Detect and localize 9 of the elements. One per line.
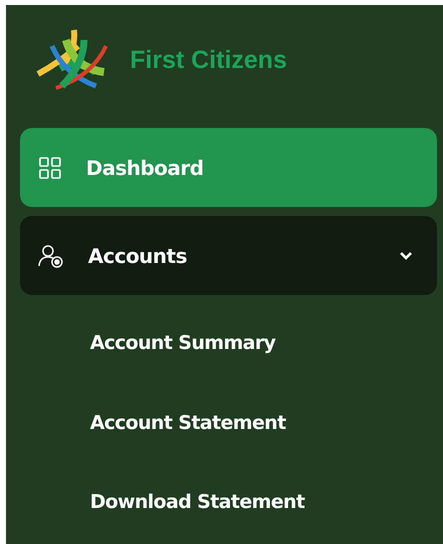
nav-item[interactable]: Dashboard [20, 128, 437, 207]
nav-item[interactable]: Accounts [20, 216, 437, 295]
user-icon [38, 244, 64, 268]
submenu-item[interactable]: Account Statement [20, 384, 286, 463]
submenu-item[interactable]: Download Statement [20, 463, 305, 542]
chevron-icon [399, 250, 413, 260]
grid-icon [38, 156, 62, 180]
brand-name: First Citizens [130, 46, 287, 74]
submenu-item[interactable]: Account Summary [20, 304, 276, 384]
